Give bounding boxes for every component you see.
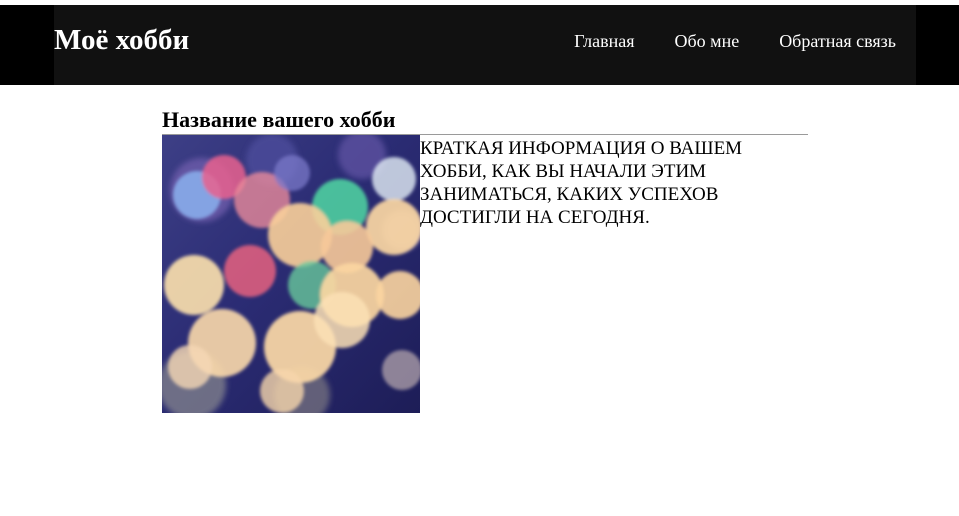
hobby-title: Название вашего хобби [162, 107, 808, 135]
hobby-row: КРАТКАЯ ИНФОРМАЦИЯ О ВАШЕМ ХОББИ, КАК ВЫ… [162, 135, 808, 413]
hobby-photo [162, 135, 420, 413]
site-title[interactable]: Моё хобби [54, 22, 189, 58]
nav-link-about[interactable]: Обо мне [675, 30, 740, 52]
nav-link-feedback[interactable]: Обратная связь [779, 30, 896, 52]
nav-link-home[interactable]: Главная [574, 30, 634, 52]
hobby-section: Название вашего хобби КРАТКАЯ ИНФОРМАЦИЯ… [162, 107, 808, 413]
page: Моё хобби Главная Обо мне Обратная связь… [0, 0, 959, 516]
main-nav: Главная Обо мне Обратная связь [574, 30, 896, 52]
hobby-description: КРАТКАЯ ИНФОРМАЦИЯ О ВАШЕМ ХОББИ, КАК ВЫ… [420, 138, 743, 228]
